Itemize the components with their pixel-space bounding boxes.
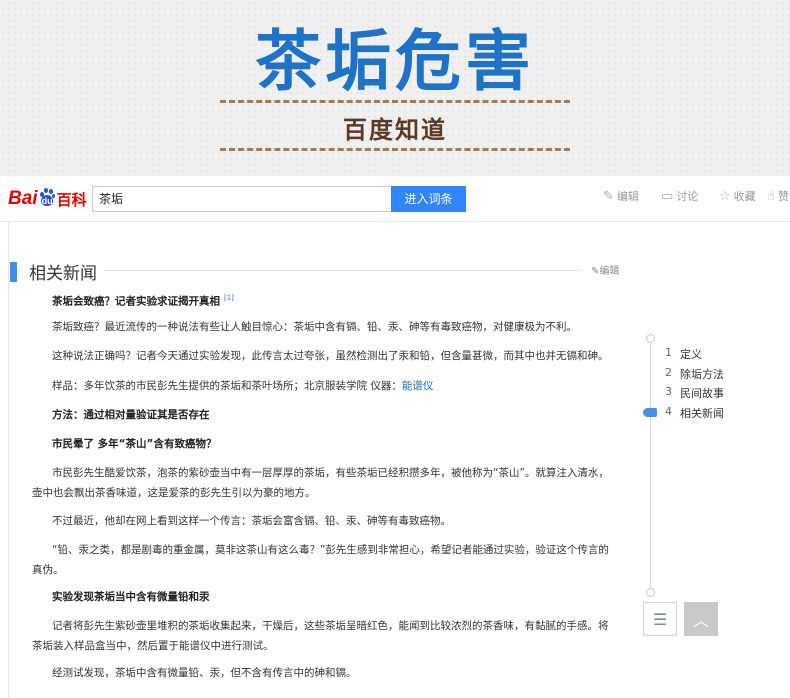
- toc-item-definition[interactable]: 1 定义: [665, 346, 702, 362]
- paragraph: 经测试发现，茶垢中含有微量铅、汞，但不含有传言中的砷和镉。: [52, 667, 357, 679]
- search-input[interactable]: 茶垢: [92, 186, 392, 212]
- edit-action-label: 编辑: [616, 190, 639, 203]
- banner-title: 茶垢危害: [255, 23, 535, 100]
- toc-label: 定义: [680, 348, 702, 361]
- article-content: 相关新闻 ✎编辑 茶垢会致癌？记者实验求证揭开真相 [1] 茶垢致癌？最近流传的一…: [0, 222, 790, 698]
- toc-item-folk-story[interactable]: 3 民间故事: [665, 385, 724, 401]
- section-marker: [10, 261, 17, 282]
- like-action-label: 赞: [777, 190, 789, 203]
- logo-baike-text: 百科: [56, 190, 87, 209]
- reference-link[interactable]: [1]: [224, 294, 234, 302]
- banner-divider-top: [220, 100, 570, 103]
- toc-label: 相关新闻: [680, 407, 724, 420]
- favorite-action-label: 收藏: [733, 190, 756, 203]
- toc-end-dot: [646, 588, 655, 597]
- paw-icon: du: [39, 188, 55, 206]
- section-title: 相关新闻: [29, 264, 97, 284]
- toc-track: [650, 340, 651, 596]
- star-icon: ☆: [719, 188, 731, 204]
- sample-text: 样品：多年饮茶的市民彭先生提供的茶垢和茶叶场所；北京服装学院 仪器：: [52, 380, 402, 392]
- paragraph: 这种说法正确吗？记者今天通过实验发现，此传言太过夸张，虽然检测出了汞和铅，但含量…: [52, 350, 609, 362]
- section-edit-label: 编辑: [599, 266, 620, 277]
- paragraph: “铅、汞之类，都是剧毒的重金属，莫非这茶山有这么毒？”彭先生感到非常担心，希望记…: [32, 544, 609, 576]
- edit-action[interactable]: ✎ 编辑: [603, 188, 639, 204]
- paragraph: 茶垢致癌？最近流传的一种说法有些让人触目惊心：茶垢中含有镉、铅、汞、砷等有毒致癌…: [52, 321, 577, 333]
- toc-number: 3: [665, 385, 672, 398]
- headline-text: 茶垢会致癌？记者实验求证揭开真相: [52, 295, 220, 308]
- edit-icon: ✎: [603, 188, 614, 204]
- banner: 茶垢危害 百度知道: [0, 0, 790, 176]
- content-left-border: [8, 222, 9, 698]
- section-divider: [104, 270, 582, 271]
- toc-item-descaling[interactable]: 2 除垢方法: [665, 366, 724, 382]
- article-headline: 茶垢会致癌？记者实验求证揭开真相 [1]: [32, 288, 618, 312]
- like-icon: ☝: [767, 188, 775, 204]
- back-to-top-icon: ︿: [692, 611, 709, 630]
- section-header: 相关新闻: [10, 259, 97, 284]
- discuss-icon: ▭: [661, 188, 674, 204]
- paragraph: 不过最近，他却在网上看到这样一个传言：茶垢会富含镉、铅、汞、砷等有毒致癌物。: [52, 515, 451, 527]
- subheading: 实验发现茶垢当中含有微量铅和汞: [52, 591, 210, 603]
- logo-bai-text: Bai: [8, 188, 38, 209]
- section-edit-link[interactable]: ✎编辑: [591, 262, 619, 277]
- like-action[interactable]: ☝ 赞: [767, 188, 789, 204]
- toc-number: 4: [665, 405, 672, 418]
- discuss-action[interactable]: ▭ 讨论: [661, 188, 698, 204]
- toc-item-related-news[interactable]: 4 相关新闻: [665, 405, 724, 421]
- top-toolbar: Bai du 百科 茶垢 进入词条 ✎ 编辑 ▭ 讨论 ☆ 收藏 ☝ 赞: [0, 176, 790, 222]
- baidu-baike-logo[interactable]: Bai du 百科: [8, 186, 87, 212]
- toc-active-marker: [643, 408, 657, 417]
- back-to-top-button[interactable]: ︿: [684, 602, 718, 636]
- discuss-action-label: 讨论: [676, 190, 699, 203]
- method-heading: 方法：通过相对量验证其是否存在: [52, 409, 210, 421]
- subheading: 市民晕了 多年“茶山”含有致癌物？: [52, 438, 217, 450]
- list-icon: ☰: [652, 609, 668, 629]
- banner-divider-bottom: [220, 148, 570, 151]
- toc-label: 民间故事: [680, 387, 724, 400]
- toc-list-button[interactable]: ☰: [643, 602, 677, 636]
- logo-du-text: du: [41, 196, 53, 206]
- paragraph: 记者将彭先生紫砂壶里堆积的茶垢收集起来，干燥后，这些茶垢呈暗红色，能闻到比较浓烈…: [32, 620, 609, 652]
- energy-spectrometer-link[interactable]: 能谱仪: [402, 380, 434, 392]
- toc-label: 除垢方法: [680, 368, 724, 381]
- paragraph-sample: 样品：多年饮茶的市民彭先生提供的茶垢和茶叶场所；北京服装学院 仪器：能谱仪: [32, 376, 618, 396]
- toc-number: 2: [665, 366, 672, 379]
- toc-number: 1: [665, 346, 672, 359]
- toc-start-dot: [646, 334, 655, 343]
- enter-entry-button[interactable]: 进入词条: [391, 186, 466, 212]
- paragraph: 市民彭先生酷爱饮茶，泡茶的紫砂壶当中有一层厚厚的茶垢，有些茶垢已经积攒多年，被他…: [32, 467, 609, 499]
- favorite-action[interactable]: ☆ 收藏: [719, 188, 756, 204]
- banner-subtitle: 百度知道: [343, 115, 447, 144]
